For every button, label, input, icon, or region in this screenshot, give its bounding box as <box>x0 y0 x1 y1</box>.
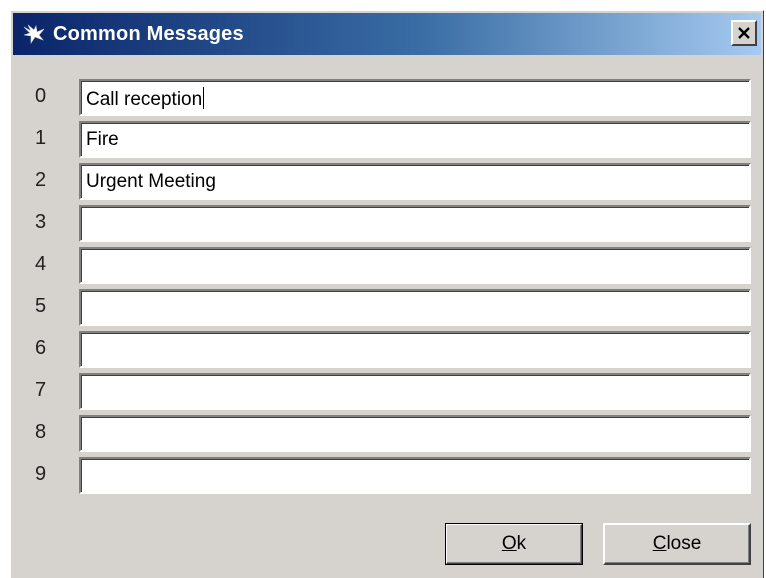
close-window-button[interactable] <box>731 20 757 46</box>
message-index-label: 8 <box>35 421 47 443</box>
ok-button-mnemonic: O <box>501 533 517 554</box>
text-caret <box>203 87 205 109</box>
title-bar[interactable]: Common Messages <box>13 13 761 55</box>
message-index-label: 7 <box>35 379 47 401</box>
ok-button[interactable]: Ok <box>445 523 583 565</box>
message-field-9[interactable] <box>79 457 751 494</box>
close-button-mnemonic: C <box>652 533 667 554</box>
message-field-1[interactable]: Fire <box>79 121 751 158</box>
message-index-label: 5 <box>35 295 47 317</box>
message-field-3[interactable] <box>79 205 751 242</box>
message-text: Urgent Meeting <box>86 171 216 192</box>
ok-button-label: k <box>516 533 527 554</box>
bird-icon <box>21 21 47 47</box>
message-index-label: 4 <box>35 253 47 275</box>
message-index-label: 9 <box>35 463 47 485</box>
close-icon <box>738 27 750 39</box>
close-button[interactable]: Close <box>603 523 751 565</box>
window-title: Common Messages <box>53 22 244 45</box>
common-messages-dialog: Common Messages 0 Call reception 1 Fire 2 Urg… <box>10 10 764 578</box>
message-field-6[interactable] <box>79 331 751 368</box>
message-text: Fire <box>86 129 119 150</box>
message-field-2[interactable]: Urgent Meeting <box>79 163 751 200</box>
close-button-label: lose <box>666 533 702 554</box>
message-field-0[interactable]: Call reception <box>79 79 751 116</box>
message-index-label: 0 <box>35 85 47 107</box>
message-index-label: 6 <box>35 337 47 359</box>
message-field-5[interactable] <box>79 289 751 326</box>
message-field-8[interactable] <box>79 415 751 452</box>
message-field-7[interactable] <box>79 373 751 410</box>
message-index-label: 3 <box>35 211 47 233</box>
message-field-4[interactable] <box>79 247 751 284</box>
message-index-label: 1 <box>35 127 47 149</box>
message-index-label: 2 <box>35 169 47 191</box>
message-text: Call reception <box>86 89 203 110</box>
